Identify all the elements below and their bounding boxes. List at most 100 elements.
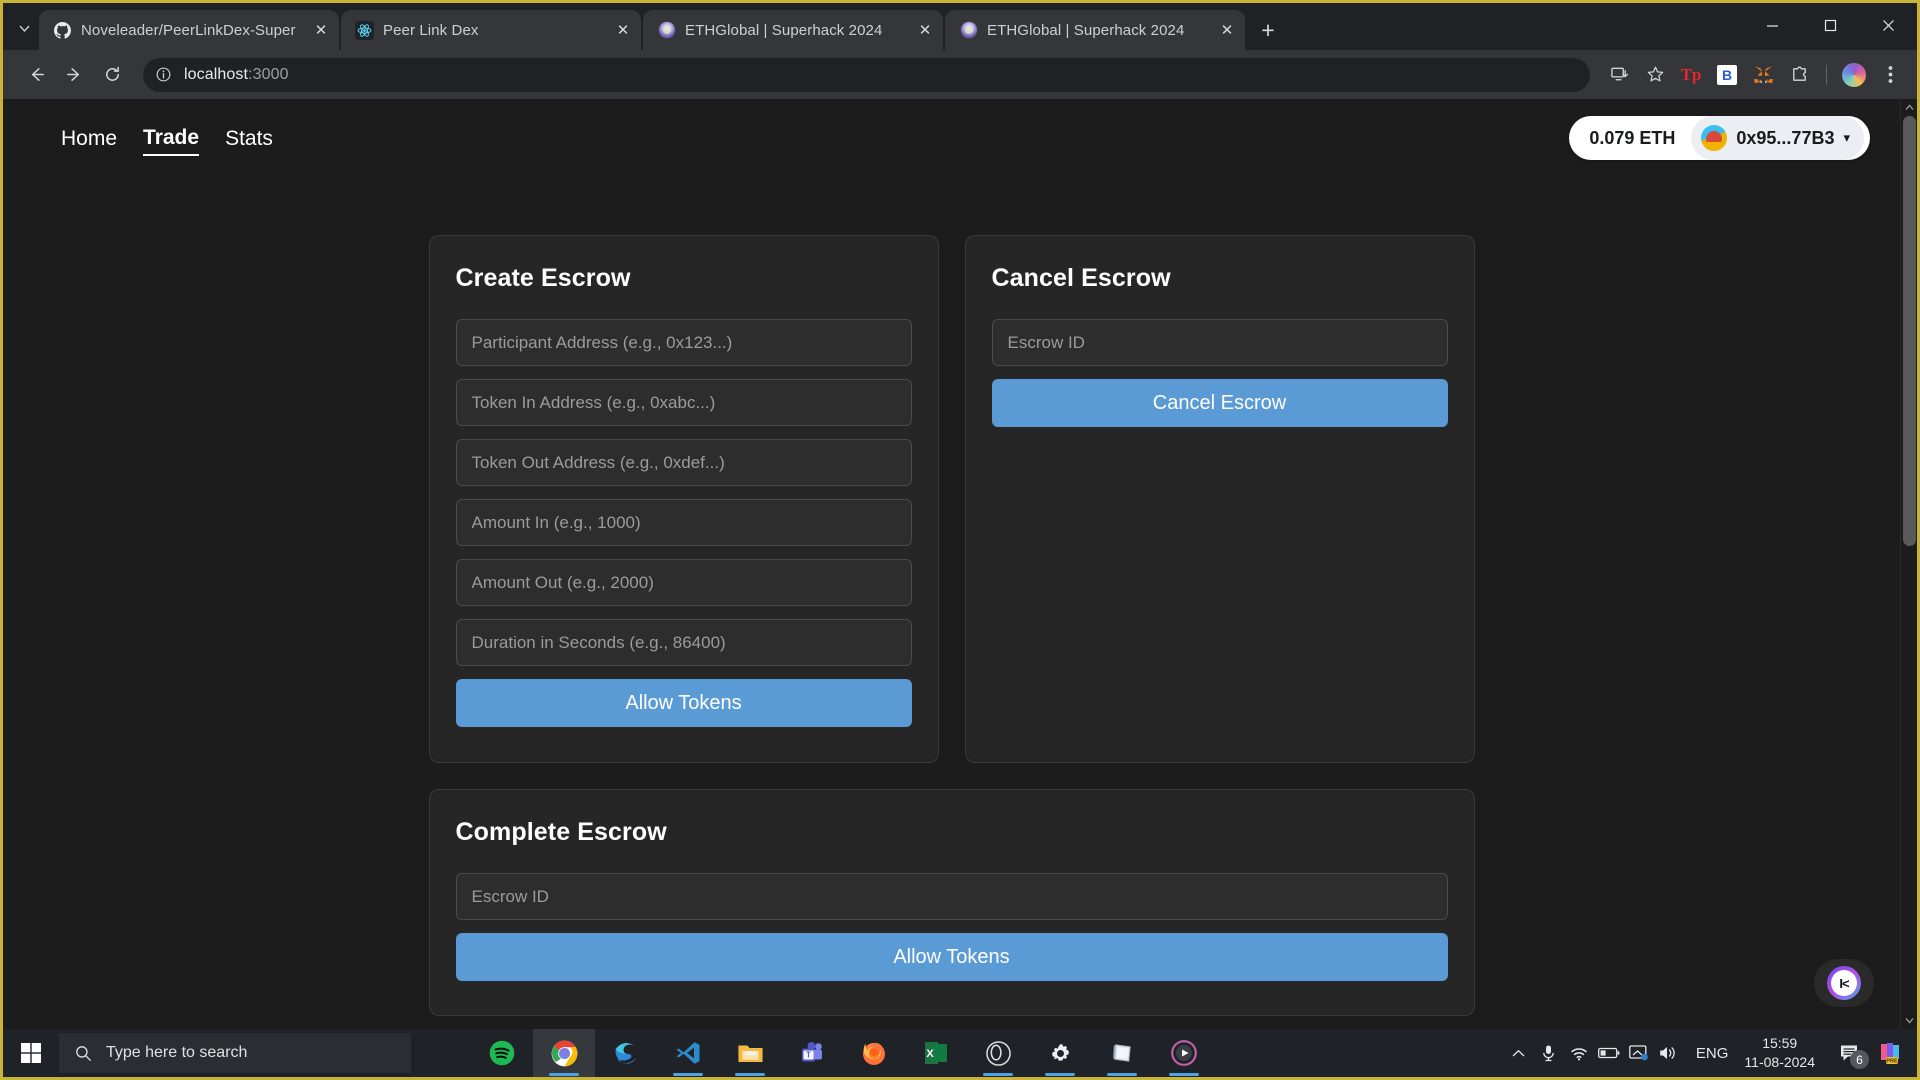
token-out-address-input[interactable] — [455, 439, 912, 486]
scrollbar-track[interactable] — [1901, 116, 1917, 1012]
browser-tab-github[interactable]: Noveleader/PeerLinkDex-Super ✕ — [39, 10, 339, 50]
github-icon — [53, 21, 72, 40]
complete-escrow-id-input[interactable] — [455, 873, 1448, 920]
taskbar-app-file-explorer[interactable] — [719, 1029, 781, 1077]
scroll-down-icon[interactable] — [1901, 1012, 1917, 1029]
tab-title: Peer Link Dex — [383, 21, 479, 39]
complete-escrow-row: Complete Escrow Allow Tokens — [428, 789, 1475, 1016]
chevron-down-icon[interactable]: ▾ — [1843, 130, 1854, 146]
notification-count-badge: 6 — [1850, 1050, 1869, 1069]
ethglobal-icon — [657, 21, 676, 40]
amount-out-input[interactable] — [455, 559, 912, 606]
profile-avatar[interactable] — [1837, 58, 1871, 92]
input-language-indicator[interactable]: ENG — [1684, 1045, 1741, 1062]
window-controls — [1743, 3, 1917, 47]
scroll-up-icon[interactable] — [1901, 99, 1917, 116]
chrome-menu-icon[interactable] — [1873, 58, 1907, 92]
browser-tab-ethglobal-2[interactable]: ETHGlobal | Superhack 2024 ✕ — [945, 10, 1245, 50]
sidebar-item-home[interactable]: Home — [61, 121, 143, 155]
new-tab-button[interactable]: + — [1251, 13, 1285, 47]
tab-close-icon[interactable]: ✕ — [311, 20, 331, 40]
browser-tab-ethglobal-1[interactable]: ETHGlobal | Superhack 2024 ✕ — [643, 10, 943, 50]
taskbar-app-media-player[interactable] — [1153, 1029, 1215, 1077]
clock-date: 11-08-2024 — [1744, 1054, 1815, 1070]
battery-icon[interactable] — [1594, 1029, 1624, 1077]
taskbar-apps: T X — [471, 1029, 1215, 1077]
url-port: :3000 — [248, 65, 289, 83]
tp-extension-icon[interactable]: Tp — [1674, 58, 1708, 92]
participant-address-input[interactable] — [455, 319, 912, 366]
back-icon[interactable] — [19, 58, 53, 92]
taskbar-app-visual-studio-code[interactable] — [657, 1029, 719, 1077]
window-minimize-button[interactable] — [1743, 3, 1801, 47]
cancel-escrow-id-input[interactable] — [991, 319, 1448, 366]
complete-escrow-allow-tokens-button[interactable]: Allow Tokens — [455, 933, 1448, 981]
search-icon — [75, 1045, 92, 1062]
cancel-escrow-button[interactable]: Cancel Escrow — [991, 379, 1448, 427]
complete-escrow-card: Complete Escrow Allow Tokens — [428, 789, 1475, 1016]
tab-close-icon[interactable]: ✕ — [1217, 20, 1237, 40]
taskbar-app-mozilla-firefox[interactable] — [843, 1029, 905, 1077]
sidebar-item-stats[interactable]: Stats — [225, 121, 299, 155]
create-escrow-allow-tokens-button[interactable]: Allow Tokens — [455, 679, 912, 727]
copilot-pre-icon[interactable]: PRE — [1871, 1029, 1911, 1077]
cancel-escrow-card: Cancel Escrow Cancel Escrow — [964, 235, 1475, 763]
reload-icon[interactable] — [95, 58, 129, 92]
address-bar[interactable]: localhost:3000 — [143, 57, 1590, 92]
tab-search-icon[interactable] — [9, 8, 39, 48]
site-info-icon[interactable] — [155, 66, 172, 83]
install-icon[interactable] — [1602, 58, 1636, 92]
show-hidden-icons[interactable] — [1504, 1029, 1534, 1077]
create-escrow-card: Create Escrow Allow Tokens — [428, 235, 939, 763]
extensions-puzzle-icon[interactable] — [1782, 58, 1816, 92]
wallet-balance: 0.079 ETH — [1589, 127, 1676, 148]
escrow-cards-row: Create Escrow Allow Tokens Cancel Escrow — [428, 235, 1475, 763]
windows-start-icon[interactable] — [3, 1029, 59, 1077]
taskbar-app-microsoft-excel[interactable]: X — [905, 1029, 967, 1077]
tp-extension-label: Tp — [1680, 64, 1702, 84]
tab-title: ETHGlobal | Superhack 2024 — [987, 21, 1185, 39]
complete-escrow-title: Complete Escrow — [455, 818, 667, 846]
taskbar-app-settings[interactable] — [1029, 1029, 1091, 1077]
taskbar-app-microsoft-edge[interactable] — [595, 1029, 657, 1077]
system-tray: ENG 15:59 11-08-2024 6 PRE — [1504, 1029, 1917, 1077]
react-icon — [355, 20, 374, 40]
duration-seconds-input[interactable] — [455, 619, 912, 666]
tab-close-icon[interactable]: ✕ — [915, 20, 935, 40]
wallet-account[interactable]: 0x95...77B3 ▾ — [1691, 116, 1864, 160]
svg-text:X: X — [926, 1048, 934, 1060]
taskbar-search-placeholder: Type here to search — [106, 1044, 248, 1061]
page-scrollbar[interactable] — [1900, 99, 1917, 1029]
window-close-button[interactable] — [1859, 3, 1917, 47]
wifi-icon[interactable] — [1564, 1029, 1594, 1077]
metamask-icon[interactable] — [1746, 58, 1780, 92]
browser-tab-peer-link-dex[interactable]: Peer Link Dex ✕ — [341, 10, 641, 50]
taskbar-app-spotify[interactable] — [471, 1029, 533, 1077]
notifications-button[interactable]: 6 — [1829, 1029, 1871, 1077]
tab-title: Noveleader/PeerLinkDex-Super — [81, 21, 296, 39]
wallet-button[interactable]: 0.079 ETH 0x95...77B3 ▾ — [1569, 116, 1870, 160]
display-cast-icon[interactable] — [1624, 1029, 1654, 1077]
bookmark-star-icon[interactable] — [1638, 58, 1672, 92]
taskbar-app-sticky-notes[interactable] — [1091, 1029, 1153, 1077]
token-in-address-input[interactable] — [455, 379, 912, 426]
taskbar-search-input[interactable]: Type here to search — [59, 1033, 411, 1073]
window-maximize-button[interactable] — [1801, 3, 1859, 47]
wallet-avatar-icon — [1701, 125, 1728, 151]
chat-widget-button[interactable]: I< — [1814, 959, 1874, 1007]
amount-in-input[interactable] — [455, 499, 912, 546]
microphone-icon[interactable] — [1534, 1029, 1564, 1077]
b-extension-icon[interactable]: B — [1710, 58, 1744, 92]
scrollbar-thumb[interactable] — [1903, 116, 1916, 546]
taskbar-app-google-chrome[interactable] — [533, 1029, 595, 1077]
forward-icon[interactable] — [57, 58, 91, 92]
volume-icon[interactable] — [1654, 1029, 1684, 1077]
taskbar-app-microsoft-teams[interactable]: T — [781, 1029, 843, 1077]
tab-close-icon[interactable]: ✕ — [613, 20, 633, 40]
cancel-escrow-title: Cancel Escrow — [991, 264, 1171, 292]
clock[interactable]: 15:59 11-08-2024 — [1740, 1034, 1829, 1072]
sidebar-item-trade[interactable]: Trade — [143, 120, 200, 156]
ethglobal-icon — [959, 21, 978, 40]
taskbar-app-obs-studio[interactable] — [967, 1029, 1029, 1077]
windows-taskbar: Type here to search T X ENG 15:59 11-08-… — [3, 1029, 1917, 1077]
